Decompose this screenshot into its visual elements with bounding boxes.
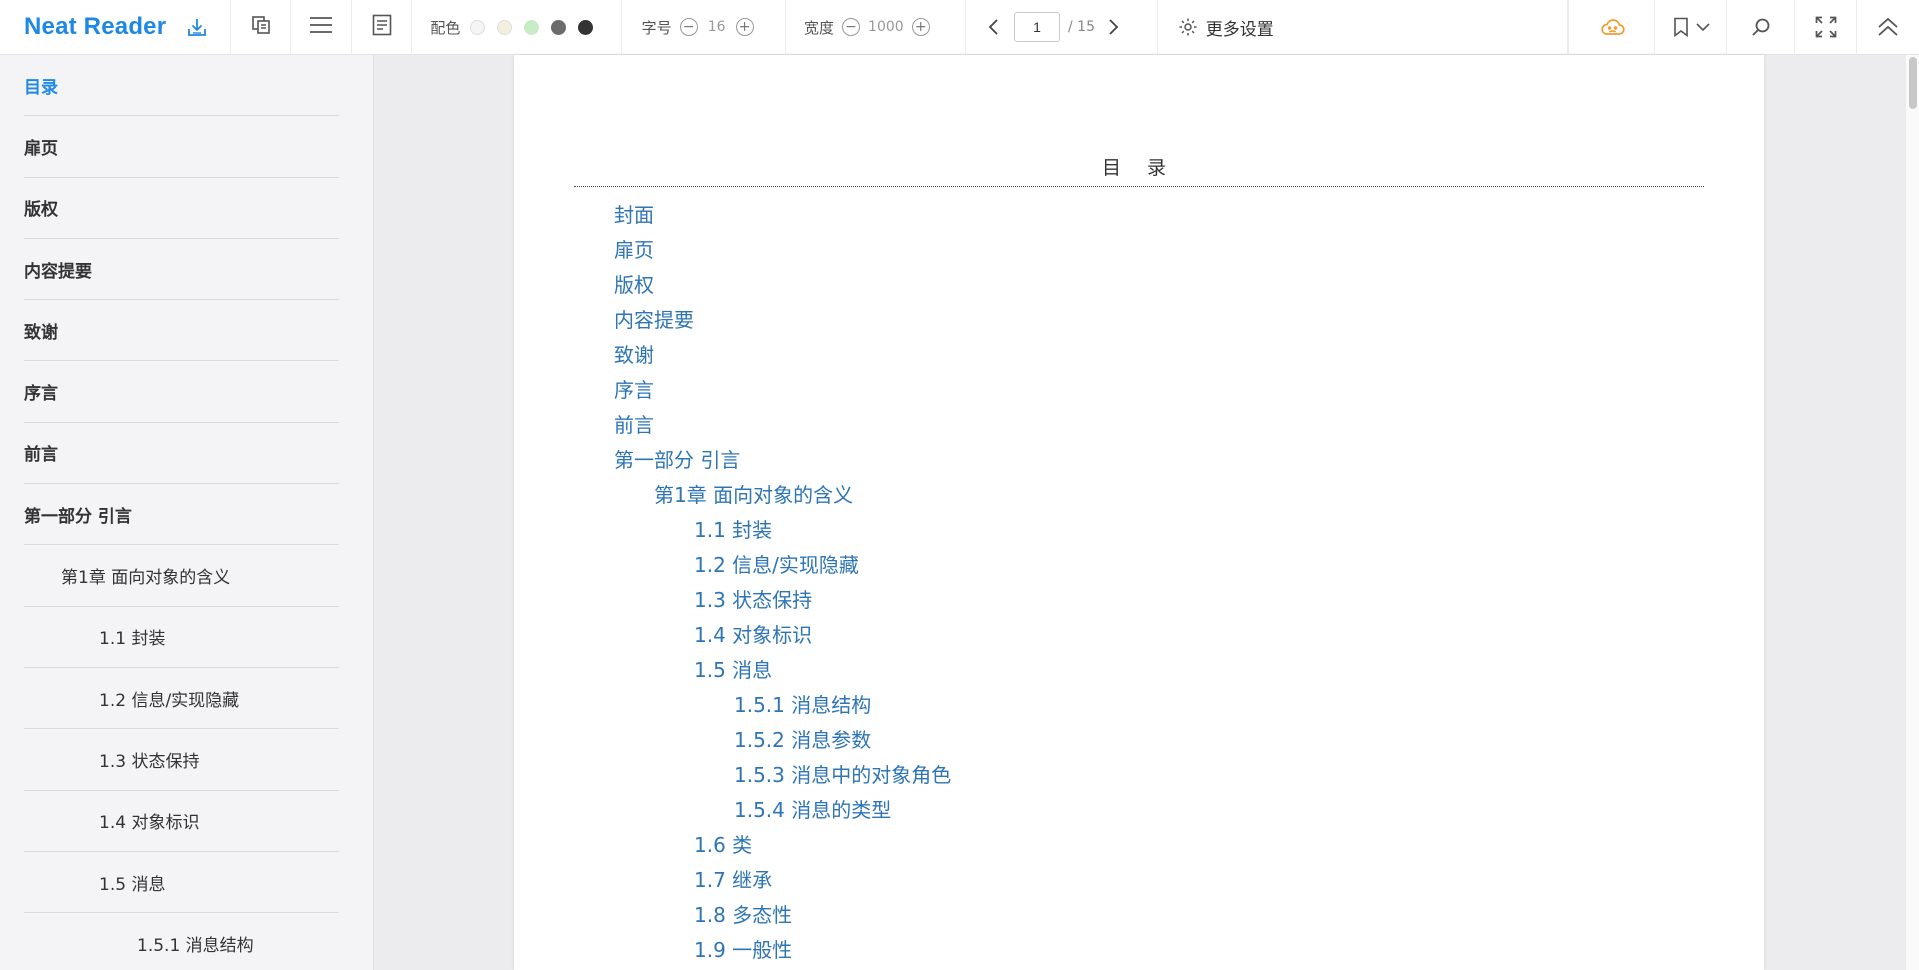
page-number-input[interactable] [1014,12,1060,42]
toc-link-copyright[interactable]: 版权 [614,269,951,304]
toc-link-cover[interactable]: 封面 [614,199,951,234]
sidebar-item-1-4[interactable]: 1.4 对象标识 [24,791,339,852]
sidebar-item-1-2[interactable]: 1.2 信息/实现隐藏 [24,668,339,730]
sidebar-item-toc[interactable]: 目录 [24,55,339,117]
sidebar-item-1-5[interactable]: 1.5 消息 [24,852,339,914]
sidebar-item-title-page[interactable]: 扉页 [24,116,339,178]
toc-link-preface[interactable]: 前言 [614,409,951,444]
search-button[interactable] [1726,0,1794,55]
toc-link-1-5-1[interactable]: 1.5.1 消息结构 [614,689,951,724]
width-group: 宽度 − 1000 + [786,0,966,55]
page-total: / 15 [1068,19,1095,35]
width-increase-button[interactable]: + [911,18,930,36]
toc-link-foreword[interactable]: 序言 [614,374,951,409]
sidebar-item-1-1[interactable]: 1.1 封装 [24,607,339,668]
more-settings-button[interactable]: 更多设置 [1158,0,1569,55]
page-toc-list: 封面 扉页 版权 内容提要 致谢 序言 前言 第一部分 引言 第1章 面向对象的… [614,199,951,969]
chevron-down-icon[interactable] [1695,22,1710,32]
toc-link-title-page[interactable]: 扉页 [614,234,951,269]
sidebar-item-summary[interactable]: 内容提要 [24,239,339,301]
toc-link-1-5-3[interactable]: 1.5.3 消息中的对象角色 [614,759,951,794]
book-page: 目 录 封面 扉页 版权 内容提要 致谢 序言 前言 第一部分 引言 第1章 面… [514,55,1764,970]
copy-pages-button[interactable] [231,0,292,55]
toc-link-1-5-4[interactable]: 1.5.4 消息的类型 [614,794,951,829]
fullscreen-icon [1815,16,1837,38]
toc-link-1-2[interactable]: 1.2 信息/实现隐藏 [614,549,951,584]
toc-link-1-4[interactable]: 1.4 对象标识 [614,619,951,654]
width-value: 1000 [868,19,904,35]
toc-link-1-5[interactable]: 1.5 消息 [614,654,951,689]
toc-link-1-6[interactable]: 1.6 类 [614,829,951,864]
cloud-sad-icon [1599,17,1625,37]
bookmark-button[interactable] [1654,0,1726,55]
gear-icon [1178,17,1198,37]
sidebar-item-chapter-1[interactable]: 第1章 面向对象的含义 [24,545,339,607]
app-logo-text: Neat Reader [24,13,167,40]
toc-link-1-5-2[interactable]: 1.5.2 消息参数 [614,724,951,759]
sidebar-item-acknowledgements[interactable]: 致谢 [24,300,339,362]
more-settings-label: 更多设置 [1205,19,1274,40]
sidebar-item-copyright[interactable]: 版权 [24,178,339,239]
color-scheme-label: 配色 [430,18,461,37]
copy-pages-icon [251,15,271,39]
toc-link-1-8[interactable]: 1.8 多态性 [614,899,951,934]
sync-status-button[interactable] [1568,0,1654,55]
toc-link-1-9[interactable]: 1.9 一般性 [614,934,951,969]
font-size-value: 16 [707,19,726,35]
toc-link-summary[interactable]: 内容提要 [614,304,951,339]
toc-link-acknowledgements[interactable]: 致谢 [614,339,951,374]
font-size-label: 字号 [641,18,672,37]
brand: Neat Reader [0,0,231,55]
color-scheme-group: 配色 [412,0,622,55]
scrollbar[interactable] [1905,55,1919,970]
search-icon [1751,17,1771,37]
page-title: 目 录 [574,153,1704,187]
color-swatch-green[interactable] [524,19,540,35]
document-icon [372,14,392,40]
color-swatch-dark[interactable] [578,19,594,35]
sidebar-item-preface[interactable]: 前言 [24,423,339,485]
toolbar: Neat Reader 配色 字号 − 16 + 宽度 − 1000 + 1 /… [0,0,1919,55]
notes-button[interactable] [352,0,413,55]
toolbar-right-group [1568,0,1919,55]
sidebar-item-foreword[interactable]: 序言 [24,361,339,423]
toc-link-part-1[interactable]: 第一部分 引言 [614,444,951,479]
next-page-icon[interactable] [1107,18,1119,36]
hamburger-icon [309,15,333,39]
color-swatch-sepia[interactable] [497,19,513,35]
toc-link-1-3[interactable]: 1.3 状态保持 [614,584,951,619]
toc-link-1-1[interactable]: 1.1 封装 [614,514,951,549]
width-label: 宽度 [804,18,835,37]
font-size-group: 字号 − 16 + [622,0,787,55]
font-size-decrease-button[interactable]: − [679,18,698,36]
double-chevron-up-icon [1877,17,1899,37]
page-navigator: / 15 [966,0,1158,55]
sidebar-item-1-3[interactable]: 1.3 状态保持 [24,729,339,791]
bookmark-icon [1672,17,1690,37]
sidebar-toc-list: 目录 扉页 版权 内容提要 致谢 序言 前言 第一部分 引言 第1章 面向对象的… [24,55,339,970]
prev-page-icon[interactable] [988,18,1000,36]
scrollbar-thumb[interactable] [1909,57,1917,109]
fullscreen-button[interactable] [1794,0,1856,55]
toc-link-1-7[interactable]: 1.7 继承 [614,864,951,899]
toc-link-chapter-1[interactable]: 第1章 面向对象的含义 [614,479,951,514]
font-size-increase-button[interactable]: + [735,18,754,36]
toc-sidebar: 目录 扉页 版权 内容提要 致谢 序言 前言 第一部分 引言 第1章 面向对象的… [0,55,374,970]
sidebar-item-part-1[interactable]: 第一部分 引言 [24,484,339,546]
color-swatch-gray[interactable] [551,19,567,35]
menu-button[interactable] [291,0,352,55]
color-swatch-white[interactable] [470,19,486,35]
width-decrease-button[interactable]: − [842,18,861,36]
sidebar-item-1-5-1[interactable]: 1.5.1 消息结构 [24,913,339,970]
download-icon[interactable] [186,16,208,38]
collapse-toolbar-button[interactable] [1856,0,1919,55]
